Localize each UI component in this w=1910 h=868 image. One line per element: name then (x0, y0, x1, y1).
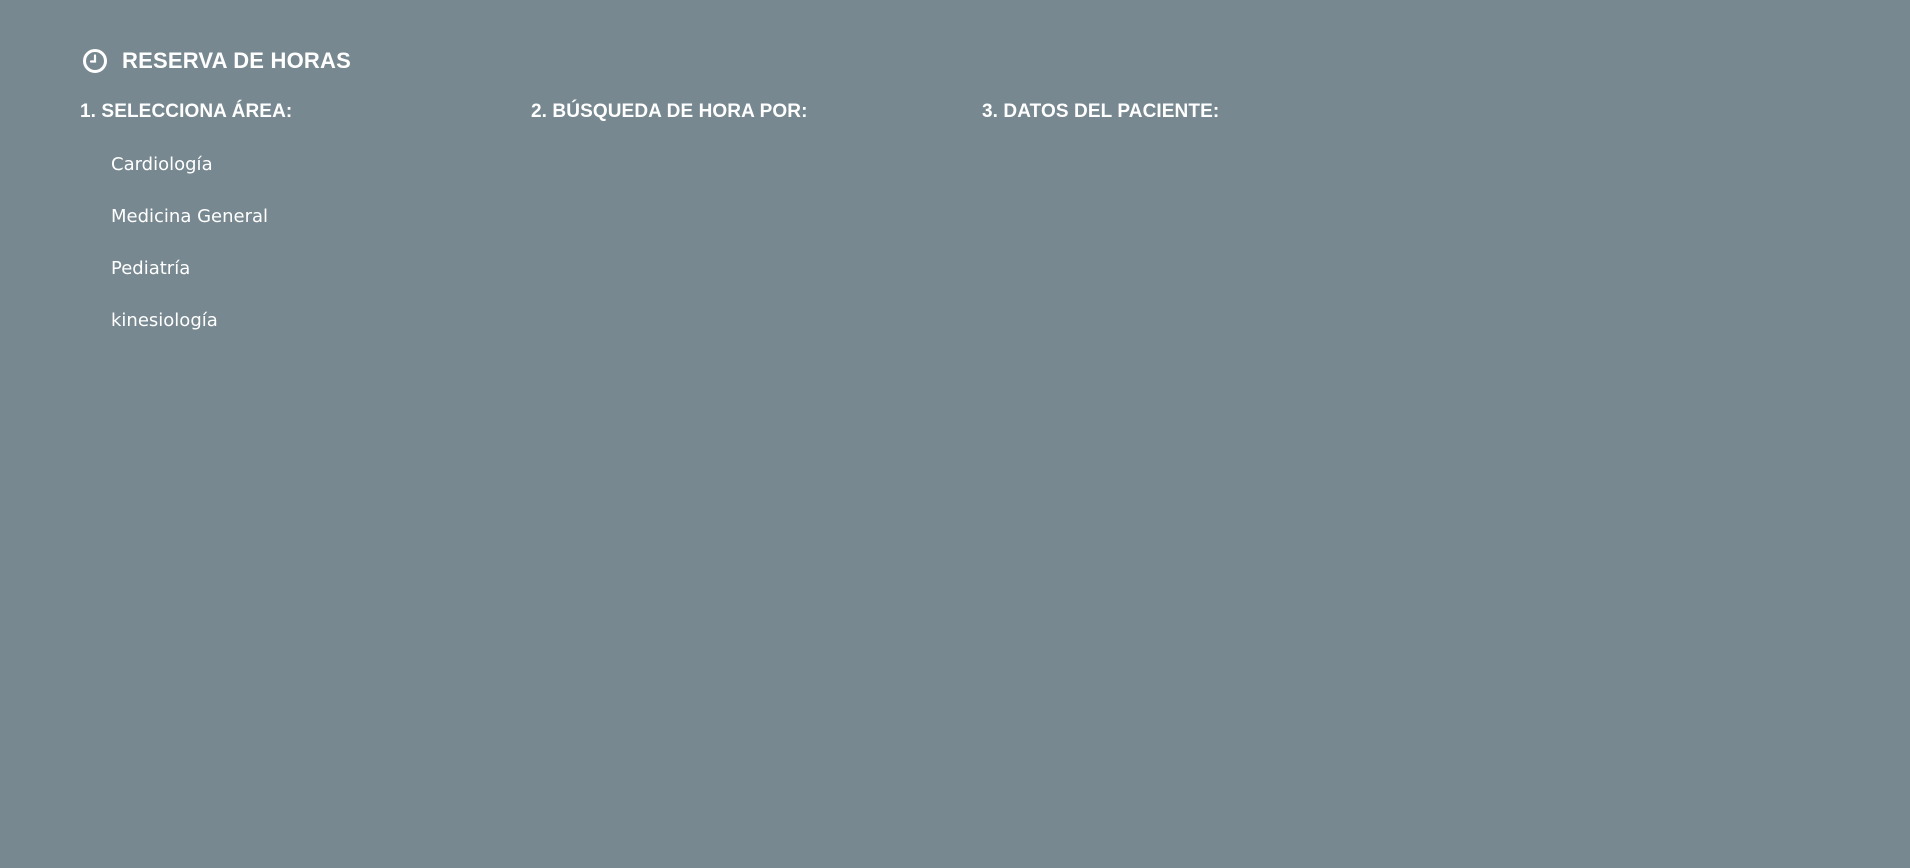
area-item-pediatria[interactable]: Pediatría (111, 256, 268, 308)
area-list: Cardiología Medicina General Pediatría k… (111, 152, 268, 360)
area-item-cardiologia[interactable]: Cardiología (111, 152, 268, 204)
area-item-kinesiologia[interactable]: kinesiología (111, 308, 268, 360)
clock-icon (82, 48, 108, 74)
step-heading-patient-data: 3. DATOS DEL PACIENTE: (982, 101, 1220, 122)
page-title: RESERVA DE HORAS (122, 48, 351, 73)
area-item-medicina-general[interactable]: Medicina General (111, 204, 268, 256)
page-header: RESERVA DE HORAS (82, 48, 351, 74)
step-heading-search-time: 2. BÚSQUEDA DE HORA POR: (531, 101, 808, 122)
step-heading-select-area: 1. SELECCIONA ÁREA: (80, 101, 293, 122)
